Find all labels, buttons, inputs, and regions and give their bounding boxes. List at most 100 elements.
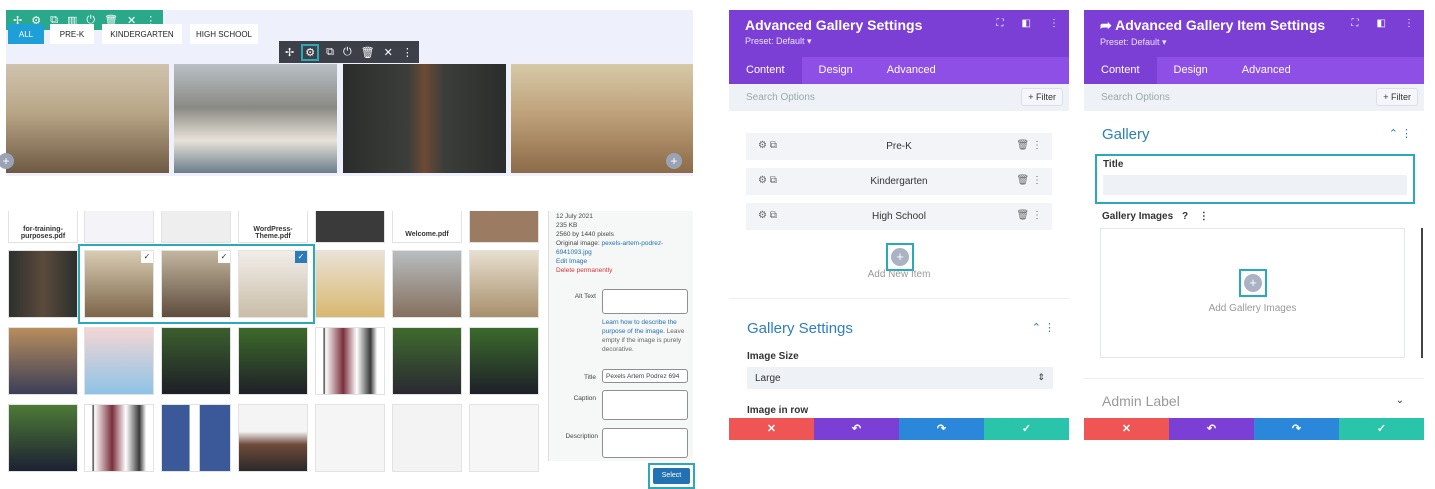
media-thumb[interactable]: WordPress-Theme.pdf <box>238 211 308 243</box>
expand-icon[interactable]: ⛶ <box>1352 18 1359 29</box>
preset-dropdown[interactable]: Preset: Default ▾ <box>1100 37 1408 48</box>
chevron-down-icon[interactable]: ⌄ <box>1396 395 1404 406</box>
media-thumb[interactable] <box>315 327 385 395</box>
edit-image-link[interactable]: Edit Image <box>556 257 691 266</box>
add-gallery-images-label[interactable]: Add Gallery Images <box>1101 303 1404 314</box>
alt-text-field[interactable] <box>602 289 688 314</box>
media-thumb[interactable] <box>315 211 385 243</box>
add-new-item-label[interactable]: Add New Item <box>729 269 1069 280</box>
collapse-icon[interactable]: ⌃ ⋮ <box>1389 127 1412 140</box>
media-thumb[interactable] <box>161 404 231 472</box>
tab-design[interactable]: Design <box>802 57 870 84</box>
media-thumb[interactable] <box>392 327 462 395</box>
filter-button[interactable]: + Filter <box>1021 88 1063 106</box>
media-thumb[interactable] <box>238 404 308 472</box>
trash-icon[interactable]: 🗑 <box>1017 210 1030 221</box>
title-field[interactable]: Pexels Artem Podrez 694 <box>602 369 688 383</box>
more-icon[interactable]: ⋮ <box>1032 210 1042 221</box>
expand-icon[interactable]: ⛶ <box>997 18 1004 29</box>
add-images-icon[interactable]: + <box>1244 274 1262 292</box>
media-thumb[interactable] <box>238 327 308 395</box>
collapse-icon[interactable]: ⌃ ⋮ <box>1032 321 1055 334</box>
delete-permanently-link[interactable]: Delete permanently <box>556 266 691 275</box>
list-item[interactable]: ⚙ ⧉ Pre-K 🗑 ⋮ <box>746 133 1052 160</box>
media-thumb[interactable] <box>315 250 385 318</box>
discard-button[interactable]: ✕ <box>729 418 814 440</box>
undo-button[interactable]: ↶ <box>814 418 899 440</box>
save-button[interactable]: ✓ <box>1339 418 1424 440</box>
gallery-image[interactable] <box>6 64 169 173</box>
undo-button[interactable]: ↶ <box>1169 418 1254 440</box>
media-thumb[interactable] <box>469 404 539 472</box>
filter-high-school[interactable]: HIGH SCHOOL <box>190 24 258 44</box>
media-thumb[interactable]: Welcome.pdf <box>392 211 462 243</box>
media-thumb[interactable] <box>392 250 462 318</box>
filter-kindergarten[interactable]: KINDERGARTEN <box>102 24 182 44</box>
title-input[interactable] <box>1103 175 1407 195</box>
media-thumb[interactable] <box>84 211 154 243</box>
media-thumb[interactable]: for-training-purposes.pdf <box>8 211 78 243</box>
media-thumb[interactable] <box>8 250 78 318</box>
filter-button[interactable]: + Filter <box>1376 88 1418 106</box>
close-icon[interactable]: ✕ <box>384 46 393 59</box>
list-item[interactable]: ⚙ ⧉ Kindergarten 🗑 ⋮ <box>746 168 1052 195</box>
add-item-icon[interactable]: + <box>891 248 909 266</box>
gallery-image[interactable] <box>511 64 693 173</box>
tab-advanced[interactable]: Advanced <box>1225 57 1308 84</box>
redo-button[interactable]: ↷ <box>899 418 984 440</box>
power-icon[interactable]: ⏻ <box>343 46 352 59</box>
sidebar-icon[interactable]: ◧ <box>1022 18 1031 29</box>
media-thumb[interactable] <box>8 404 78 472</box>
search-input[interactable]: Search Options <box>746 92 815 103</box>
gallery-images-dropzone[interactable]: + Add Gallery Images <box>1100 228 1405 358</box>
list-item[interactable]: ⚙ ⧉ High School 🗑 ⋮ <box>746 203 1052 230</box>
discard-button[interactable]: ✕ <box>1084 418 1169 440</box>
tab-advanced[interactable]: Advanced <box>870 57 953 84</box>
media-thumb[interactable] <box>84 327 154 395</box>
save-button[interactable]: ✓ <box>984 418 1069 440</box>
media-thumb[interactable] <box>161 327 231 395</box>
trash-icon[interactable]: 🗑 <box>1017 175 1030 186</box>
media-thumb[interactable] <box>8 327 78 395</box>
tab-design[interactable]: Design <box>1157 57 1225 84</box>
move-icon[interactable]: ✢ <box>285 46 294 59</box>
help-icon[interactable]: ? <box>1182 211 1188 222</box>
select-button[interactable]: Select <box>653 468 690 484</box>
media-thumb[interactable] <box>315 404 385 472</box>
more-icon[interactable]: ⋮ <box>402 46 413 59</box>
admin-label-heading[interactable]: Admin Label <box>1102 393 1180 409</box>
gallery-image[interactable] <box>343 64 506 173</box>
description-field[interactable] <box>602 428 688 458</box>
media-thumb[interactable] <box>469 327 539 395</box>
tab-content[interactable]: Content <box>1084 57 1157 84</box>
filter-all[interactable]: ALL <box>8 24 44 44</box>
more-icon[interactable]: ⋮ <box>1049 18 1059 29</box>
back-icon[interactable]: ➦ <box>1100 17 1112 33</box>
media-thumb[interactable] <box>469 250 539 318</box>
duplicate-icon[interactable]: ⧉ <box>326 46 334 59</box>
more-icon[interactable]: ⋮ <box>1199 211 1209 222</box>
media-thumb[interactable] <box>469 211 539 243</box>
search-input[interactable]: Search Options <box>1101 92 1170 103</box>
gear-icon[interactable]: ⚙ <box>301 43 320 61</box>
add-module-icon[interactable]: + <box>666 153 682 169</box>
caption-field[interactable] <box>602 390 688 420</box>
tab-content[interactable]: Content <box>729 57 802 84</box>
redo-button[interactable]: ↷ <box>1254 418 1339 440</box>
gallery-image[interactable] <box>174 64 337 173</box>
gallery-settings-heading[interactable]: Gallery Settings <box>747 320 853 337</box>
more-icon[interactable]: ⋮ <box>1032 175 1042 186</box>
media-thumb[interactable] <box>161 211 231 243</box>
filter-pre-k[interactable]: PRE-K <box>50 24 94 44</box>
trash-icon[interactable]: 🗑 <box>361 46 375 59</box>
gallery-heading[interactable]: Gallery <box>1102 126 1150 143</box>
preset-dropdown[interactable]: Preset: Default ▾ <box>745 36 1053 47</box>
image-size-select[interactable]: Large ⇕ <box>747 367 1053 389</box>
more-icon[interactable]: ⋮ <box>1032 140 1042 151</box>
sidebar-icon[interactable]: ◧ <box>1377 18 1386 29</box>
more-icon[interactable]: ⋮ <box>1404 18 1414 29</box>
scrollbar[interactable] <box>1421 228 1423 358</box>
media-thumb[interactable] <box>392 404 462 472</box>
trash-icon[interactable]: 🗑 <box>1017 140 1030 151</box>
media-thumb[interactable] <box>84 404 154 472</box>
